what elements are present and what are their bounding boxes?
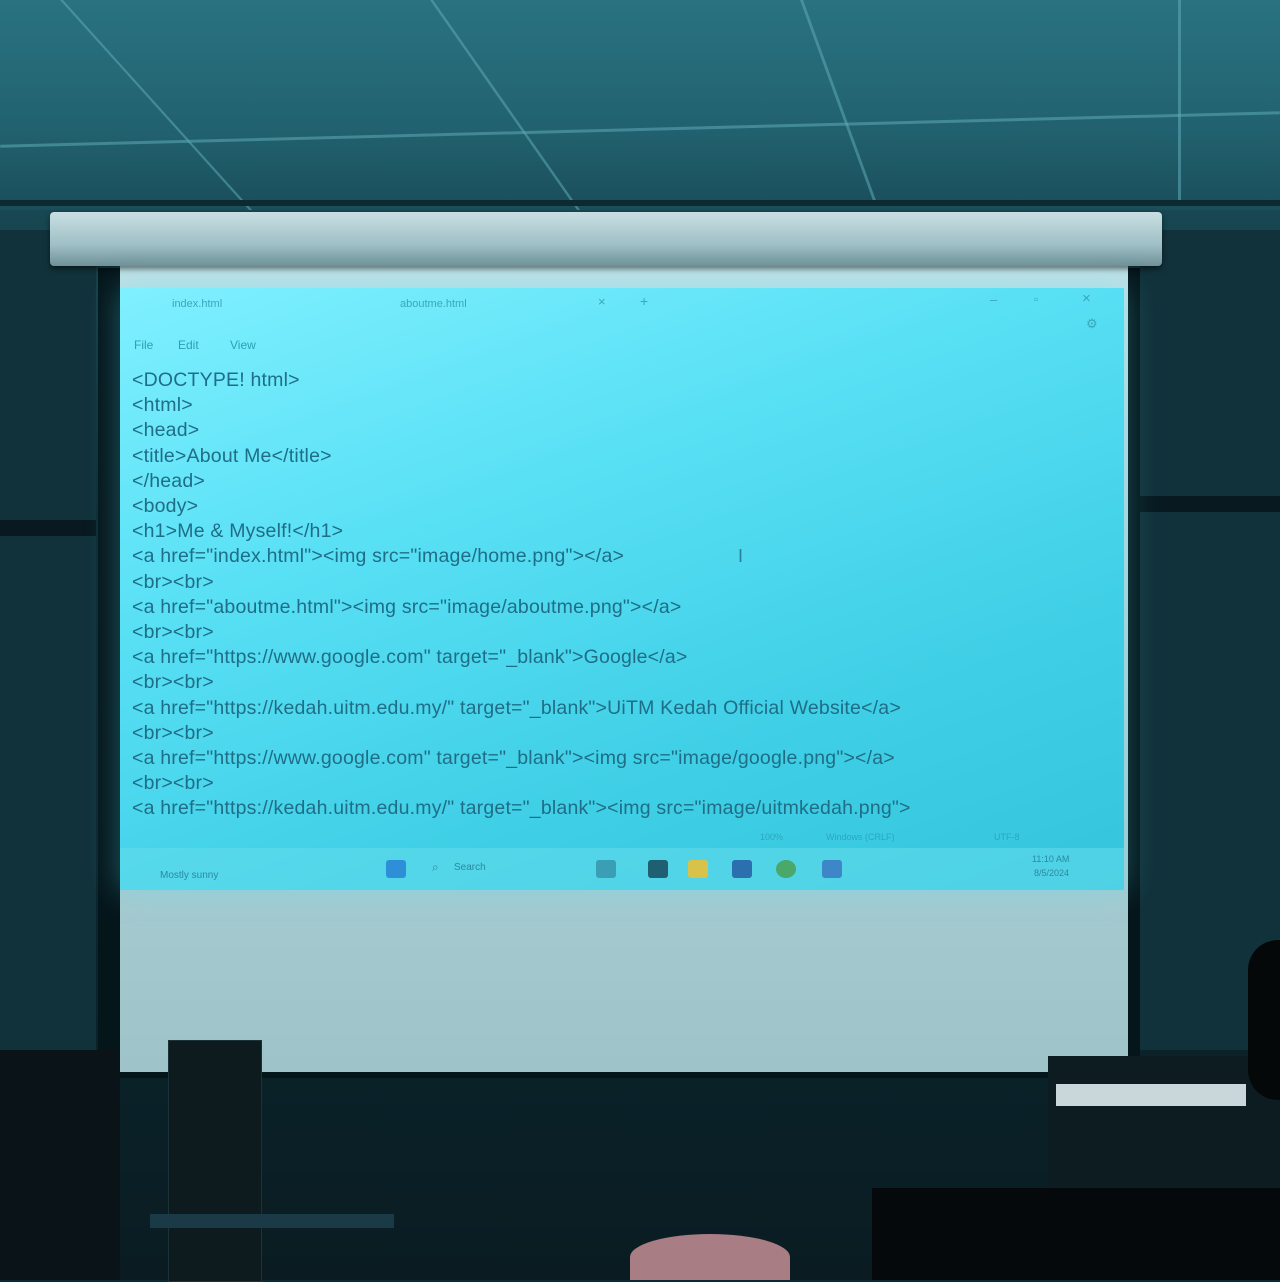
desk	[150, 1214, 394, 1228]
zoom-level: 100%	[760, 832, 784, 842]
code-line: <body>	[132, 495, 199, 518]
ceiling-grid-line	[430, 0, 581, 210]
line-ending: Windows (CRLF)	[826, 832, 895, 842]
weather-text: Mostly sunny	[160, 870, 219, 881]
clock-date: 8/5/2024	[1034, 868, 1070, 878]
computer-tower	[0, 1050, 120, 1280]
tab-aboutme[interactable]: aboutme.html	[400, 298, 467, 310]
wall-seam	[0, 520, 96, 536]
app-icon[interactable]	[732, 860, 752, 878]
code-editor[interactable]: <DOCTYPE! html> <html> <head> <title>Abo…	[132, 368, 1122, 822]
search-icon[interactable]: ⌕	[432, 860, 439, 875]
code-line: <h1>Me & Myself!</h1>	[132, 520, 344, 543]
ceiling-grid-line	[800, 0, 876, 200]
student-head	[630, 1234, 790, 1280]
wall-seam	[1140, 496, 1280, 512]
code-line: <DOCTYPE! html>	[132, 369, 300, 391]
ceiling-grid-line	[60, 0, 253, 210]
projector-screen-housing	[50, 212, 1162, 266]
code-line: <html>	[132, 394, 193, 417]
code-line: <br><br>	[132, 721, 214, 744]
encoding: UTF-8	[994, 832, 1020, 842]
app-icon[interactable]	[648, 860, 668, 878]
code-line: </head>	[132, 469, 205, 492]
code-line: <a href="https://kedah.uitm.edu.my/" tar…	[132, 696, 901, 719]
code-line: <a href="index.html"><img src="image/hom…	[132, 545, 625, 568]
code-line: <title>About Me</title>	[132, 444, 332, 467]
new-tab-icon[interactable]: +	[640, 293, 648, 309]
menu-edit[interactable]: Edit	[178, 338, 199, 352]
status-bar: 100% Windows (CRLF) UTF-8	[120, 832, 1124, 848]
code-line: <a href="https://www.google.com" target=…	[132, 646, 688, 669]
windows-start-icon[interactable]	[386, 860, 406, 878]
taskbar-search[interactable]: Search	[454, 862, 486, 873]
task-view-icon[interactable]	[596, 860, 616, 878]
ceiling	[0, 0, 1280, 210]
browser-icon[interactable]	[776, 860, 796, 878]
monitor-screen	[1056, 1084, 1246, 1106]
maximize-icon[interactable]: ▫	[1034, 292, 1038, 306]
ceiling-edge	[0, 200, 1280, 206]
notepad-icon[interactable]	[822, 860, 842, 878]
text-cursor-icon: I	[738, 546, 744, 566]
settings-icon[interactable]: ⚙	[1086, 316, 1098, 332]
code-line: <br><br>	[132, 621, 214, 644]
menu-file[interactable]: File	[134, 338, 153, 352]
monitor	[872, 1188, 1280, 1280]
ceiling-grid-line	[0, 111, 1280, 148]
wall-panel-left	[0, 230, 96, 1050]
code-line: <br><br>	[132, 570, 214, 593]
code-line: <br><br>	[132, 671, 214, 694]
close-tab-icon[interactable]: ×	[598, 294, 606, 309]
code-line: <a href="https://kedah.uitm.edu.my/" tar…	[132, 797, 911, 820]
clock-time: 11:10 AM	[1032, 854, 1070, 864]
minimize-icon[interactable]: –	[990, 292, 997, 307]
computer-tower	[168, 1040, 262, 1282]
taskbar: Mostly sunny ⌕ Search 11:10 AM 8/5/2024	[120, 848, 1124, 890]
menu-view[interactable]: View	[230, 338, 256, 352]
code-line: <head>	[132, 419, 200, 442]
ceiling-grid-line	[1178, 0, 1181, 200]
wall-panel-right	[1140, 230, 1280, 1050]
close-window-icon[interactable]: ×	[1082, 290, 1091, 307]
code-line: <a href="https://www.google.com" target=…	[132, 747, 895, 770]
person-silhouette	[1248, 940, 1280, 1100]
tab-index[interactable]: index.html	[172, 298, 222, 310]
code-line: <br><br>	[132, 772, 214, 795]
title-bar: index.html aboutme.html × + – ▫ × ⚙	[120, 288, 1124, 331]
file-explorer-icon[interactable]	[688, 860, 708, 878]
code-line: <a href="aboutme.html"><img src="image/a…	[132, 595, 682, 618]
projected-notepad-window: index.html aboutme.html × + – ▫ × ⚙ File…	[120, 288, 1124, 890]
